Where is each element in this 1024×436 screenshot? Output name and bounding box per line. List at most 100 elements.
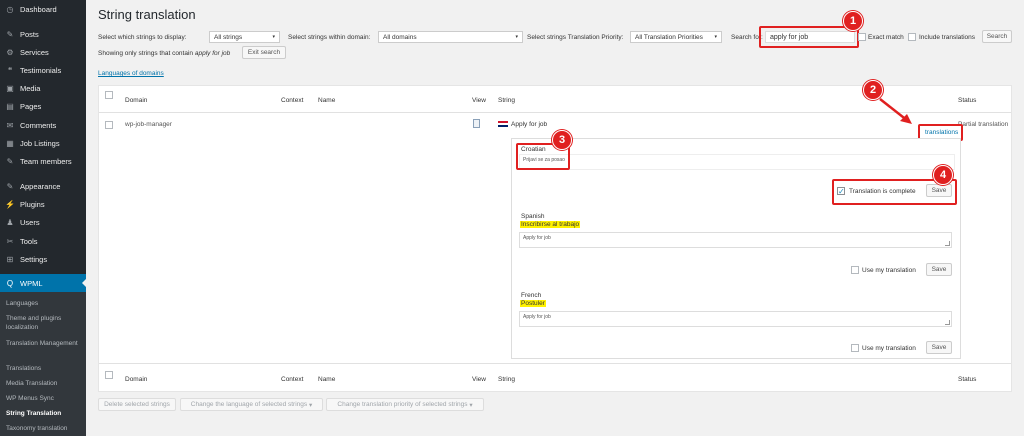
column-header-context[interactable]: Context xyxy=(281,97,303,104)
sidebar-item-dashboard[interactable]: ◷ Dashboard xyxy=(0,0,86,18)
display-filter-label: Select which strings to display: xyxy=(98,34,187,41)
sidebar-item-posts[interactable]: ✎ Posts xyxy=(0,25,86,43)
sidebar-item-services[interactable]: ⚙ Services xyxy=(0,43,86,61)
croatian-translation-field[interactable]: Prijavi se za posao xyxy=(519,154,955,170)
column-header-name[interactable]: Name xyxy=(318,97,335,104)
display-filter-value: All strings xyxy=(214,33,243,41)
footer-header-name[interactable]: Name xyxy=(318,376,335,383)
use-my-translation-label-spanish: Use my translation xyxy=(862,267,916,274)
submenu-item-taxonomy-translation[interactable]: Taxonomy translation xyxy=(6,424,84,433)
sidebar-item-label: Testimonials xyxy=(20,65,62,75)
view-document-icon[interactable] xyxy=(473,119,480,128)
french-translation-textarea[interactable]: Apply for job xyxy=(519,311,952,327)
dashboard-icon: ◷ xyxy=(6,4,14,14)
pages-icon: ▤ xyxy=(6,101,14,111)
admin-sidebar: ◷ Dashboard ✎ Posts ⚙ Services ❝ Testimonial… xyxy=(0,0,86,436)
pin-icon: ✎ xyxy=(6,29,14,39)
footer-header-string[interactable]: String xyxy=(498,376,515,383)
sidebar-item-label: Settings xyxy=(20,254,48,264)
testimonials-icon: ❝ xyxy=(7,65,13,75)
column-header-string[interactable]: String xyxy=(498,97,515,104)
sidebar-item-label: Services xyxy=(20,47,49,57)
sidebar-item-label: Pages xyxy=(20,101,42,111)
sidebar-item-team-members[interactable]: ✎ Team members xyxy=(0,152,86,170)
comments-icon: ✉ xyxy=(6,120,14,130)
sidebar-item-comments[interactable]: ✉ Comments xyxy=(0,116,86,134)
chevron-down-icon: ▾ xyxy=(714,34,717,40)
sidebar-item-testimonials[interactable]: ❝ Testimonials xyxy=(0,61,86,79)
footer-header-domain[interactable]: Domain xyxy=(125,376,147,383)
sidebar-item-label: Appearance xyxy=(20,181,61,191)
sidebar-item-label: WPML xyxy=(20,278,43,288)
sidebar-item-label: Plugins xyxy=(20,199,45,209)
change-language-button[interactable]: Change the language of selected strings … xyxy=(180,398,323,411)
resize-handle-icon[interactable] xyxy=(945,320,950,325)
include-translations-checkbox[interactable] xyxy=(908,33,916,41)
settings-icon: ⊞ xyxy=(6,254,14,264)
annotation-arrow xyxy=(879,98,912,124)
sidebar-item-plugins[interactable]: ⚡ Plugins xyxy=(0,195,86,213)
row-checkbox[interactable] xyxy=(105,121,113,129)
chevron-down-icon: ▾ xyxy=(469,401,473,409)
domain-filter-select[interactable]: All domains ▾ xyxy=(378,31,523,43)
search-button[interactable]: Search xyxy=(982,30,1012,43)
sidebar-item-settings[interactable]: ⊞ Settings xyxy=(0,250,86,268)
media-icon: ▣ xyxy=(6,83,14,93)
use-my-translation-label-french: Use my translation xyxy=(862,345,916,352)
submenu-item-theme-plugins-localization[interactable]: Theme and plugins localization xyxy=(6,314,84,332)
plugins-icon: ⚡ xyxy=(5,199,15,209)
languages-of-domains-link[interactable]: Languages of domains xyxy=(98,70,164,77)
chevron-down-icon: ▾ xyxy=(515,34,518,40)
sidebar-item-label: Posts xyxy=(20,29,39,39)
submenu-item-translations[interactable]: Translations xyxy=(6,364,84,373)
french-placeholder: Apply for job xyxy=(523,314,551,320)
annotation-badge-4: 4 xyxy=(933,165,953,185)
team-icon: ✎ xyxy=(6,156,14,166)
showing-only-text: Showing only strings that contain apply … xyxy=(98,50,230,57)
job-listings-icon: ▦ xyxy=(6,138,14,148)
sidebar-item-job-listings[interactable]: ▦ Job Listings xyxy=(0,134,86,152)
column-header-domain[interactable]: Domain xyxy=(125,97,147,104)
submenu-item-languages[interactable]: Languages xyxy=(6,299,84,308)
save-button-spanish[interactable]: Save xyxy=(926,263,952,276)
select-all-checkbox[interactable] xyxy=(105,91,113,99)
resize-handle-icon[interactable] xyxy=(945,241,950,246)
select-all-checkbox-footer[interactable] xyxy=(105,371,113,379)
footer-header-status[interactable]: Status xyxy=(958,376,976,383)
change-language-label: Change the language of selected strings xyxy=(190,401,308,408)
showing-only-prefix: Showing only strings that contain xyxy=(98,50,194,57)
exit-search-button[interactable]: Exit search xyxy=(242,46,286,59)
sidebar-item-media[interactable]: ▣ Media xyxy=(0,79,86,97)
column-header-view: View xyxy=(472,97,486,104)
sidebar-item-tools[interactable]: ✂ Tools xyxy=(0,232,86,250)
sidebar-item-pages[interactable]: ▤ Pages xyxy=(0,97,86,115)
submenu-item-media-translation[interactable]: Media Translation xyxy=(6,379,84,388)
exact-match-label: Exact match xyxy=(868,34,904,41)
page-title: String translation xyxy=(98,7,196,22)
translations-panel: Croatian Prijavi se za posao ✓ Translati… xyxy=(511,138,961,359)
sidebar-item-appearance[interactable]: ✎ Appearance xyxy=(0,177,86,195)
column-header-status[interactable]: Status xyxy=(958,97,976,104)
sidebar-item-label: Team members xyxy=(20,156,72,166)
submenu-item-wp-menus-sync[interactable]: WP Menus Sync xyxy=(6,394,84,403)
spanish-translation-textarea[interactable]: Apply for job xyxy=(519,232,952,248)
priority-filter-value: All Translation Priorities xyxy=(635,33,703,41)
chevron-down-icon: ▾ xyxy=(272,34,275,40)
submenu-item-string-translation[interactable]: String Translation xyxy=(6,409,84,418)
change-priority-button[interactable]: Change translation priority of selected … xyxy=(326,398,484,411)
sidebar-item-users[interactable]: ♟ Users xyxy=(0,213,86,231)
use-my-translation-checkbox-french[interactable] xyxy=(851,344,859,352)
sidebar-item-wpml[interactable]: Q WPML xyxy=(0,274,86,292)
footer-header-context[interactable]: Context xyxy=(281,376,303,383)
row-domain: wp-job-manager xyxy=(125,121,172,128)
priority-filter-select[interactable]: All Translation Priorities ▾ xyxy=(630,31,722,43)
delete-selected-strings-button[interactable]: Delete selected strings xyxy=(98,398,176,411)
save-button-french[interactable]: Save xyxy=(926,341,952,354)
use-my-translation-checkbox-spanish[interactable] xyxy=(851,266,859,274)
exact-match-checkbox[interactable] xyxy=(858,33,866,41)
uk-flag-icon xyxy=(498,121,508,127)
submenu-item-translation-management[interactable]: Translation Management xyxy=(6,339,84,348)
display-filter-select[interactable]: All strings ▾ xyxy=(209,31,280,43)
header-divider xyxy=(99,112,1011,113)
change-priority-label: Change translation priority of selected … xyxy=(337,401,468,408)
